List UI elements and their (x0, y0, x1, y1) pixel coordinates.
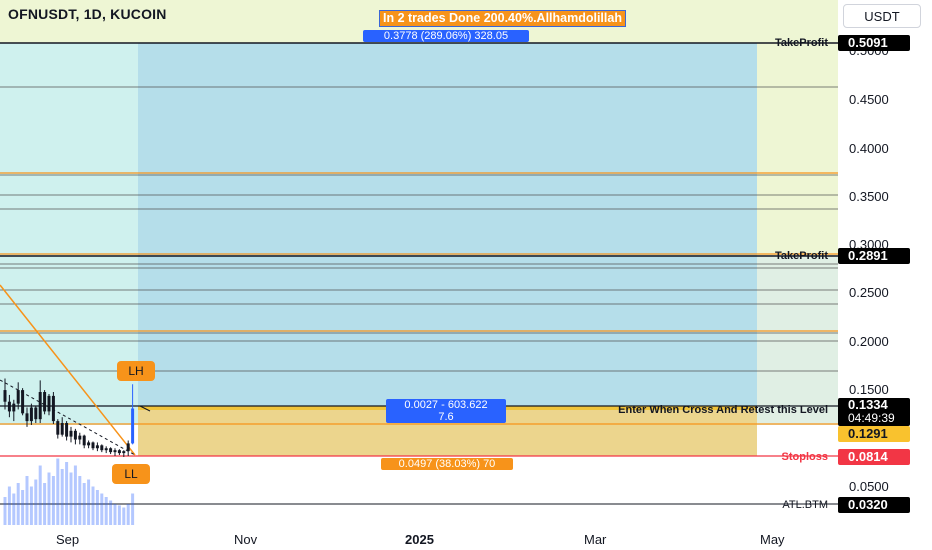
candle-body (34, 407, 38, 420)
candle-body (117, 450, 121, 454)
volume-bar (109, 500, 113, 525)
volume-bar (29, 486, 33, 525)
volume-bar (87, 479, 91, 525)
candle-body (65, 423, 69, 437)
pivot-label-lh: LH (117, 361, 155, 381)
measure-badge-bottom: 0.0497 (38.03%) 70 (381, 458, 513, 470)
volume-bar (122, 507, 126, 525)
price-tag-takeprofit-2: 0.2891 (838, 248, 910, 264)
volume-bar (91, 486, 95, 525)
candle-body (104, 448, 108, 451)
takeprofit-label: TakeProfit (775, 37, 828, 49)
candle-body (21, 390, 25, 414)
x-tick-label: Nov (234, 532, 258, 547)
measure-mid-line: 0.0027 - 603.622 (404, 399, 488, 411)
candle-body (100, 445, 104, 451)
volume-bar (47, 472, 51, 525)
volume-bar (3, 497, 7, 525)
volume-bar (73, 465, 77, 525)
volume-bar (25, 476, 29, 525)
candle-body (87, 442, 91, 446)
headline-label: In 2 trades Done 200.40%.Allhamdolillah (379, 10, 626, 27)
volume-bar (7, 486, 11, 525)
volume-bar (38, 465, 42, 525)
volume-bar (131, 493, 135, 525)
currency-button[interactable]: USDT (843, 4, 921, 28)
countdown-timer: 04:49:39 (848, 411, 895, 425)
symbol-title: OFNUSDT, 1D, KUCOIN (8, 6, 167, 22)
long-position-target-zone (138, 43, 757, 425)
entry-level-label: Enter When Cross And Retest this Level (618, 404, 828, 416)
volume-bar (12, 493, 16, 525)
candle-body (47, 395, 51, 412)
candle-body (43, 392, 47, 412)
price-tag-stoploss: 0.0814 (838, 449, 910, 465)
candle-body (12, 403, 16, 412)
takeprofit-label: TakeProfit (775, 250, 828, 262)
candle-body (51, 395, 55, 422)
x-tick-label: Sep (56, 532, 80, 547)
volume-bar (78, 476, 82, 525)
chart-stage[interactable]: OFNUSDT, 1D, KUCOIN In 2 trades Done 200… (0, 0, 932, 550)
volume-bar (43, 483, 47, 525)
candle-body (69, 430, 73, 437)
y-tick-label: 0.4000 (849, 141, 889, 156)
y-tick-label: 0.3500 (849, 189, 889, 204)
price-tag-atl: 0.0320 (838, 497, 910, 513)
candle-body (29, 407, 33, 422)
volume-bar (100, 493, 104, 525)
candle-body (38, 392, 42, 420)
candle-body (95, 445, 99, 449)
candle-body (126, 443, 130, 452)
volume-bar (113, 504, 117, 525)
current-price: 0.1334 (848, 397, 888, 412)
volume-bar (51, 476, 55, 525)
y-tick-label: 0.2000 (849, 334, 889, 349)
volume-bar (34, 479, 38, 525)
price-tag-takeprofit-1: 0.5091 (838, 35, 910, 51)
candle-body (109, 448, 113, 453)
candle-body (73, 430, 77, 440)
volume-bar (56, 458, 60, 525)
candle-body (91, 442, 95, 449)
candle-body (78, 435, 82, 440)
measure-badge-mid: 0.0027 - 603.622 7.6 (386, 399, 506, 423)
volume-bar (65, 462, 69, 525)
candle-body (7, 401, 11, 412)
candle-body (3, 390, 7, 402)
volume-bar (69, 472, 73, 525)
candle-body (16, 390, 20, 404)
y-tick-label: 0.4500 (849, 92, 889, 107)
price-tag-yellow: 0.1291 (838, 426, 910, 442)
volume-bar (95, 490, 99, 525)
x-tick-label: May (760, 532, 785, 547)
volume-bar (104, 497, 108, 525)
measure-badge-top: 0.3778 (289.06%) 328.05 (363, 30, 529, 42)
price-tag-current: 0.1334 04:49:39 (838, 398, 910, 426)
volume-bar (126, 504, 130, 525)
candle-body (56, 421, 60, 435)
candle-body (113, 450, 117, 453)
y-tick-label: 0.1500 (849, 382, 889, 397)
volume-bar (60, 469, 64, 525)
candle-body (131, 408, 135, 444)
y-tick-label: 0.2500 (849, 285, 889, 300)
candle-body (60, 423, 64, 435)
stoploss-label: Stoploss (781, 451, 828, 463)
measure-mid-line: 7.6 (438, 411, 454, 423)
x-tick-label: Mar (584, 532, 607, 547)
candle-body (82, 435, 86, 446)
candle-body (25, 413, 29, 422)
volume-bar (82, 483, 86, 525)
x-tick-label: 2025 (405, 532, 434, 547)
volume-bar (16, 483, 20, 525)
atl-label: ATL.BTM (782, 499, 828, 511)
y-tick-label: 0.0500 (849, 479, 889, 494)
pivot-label-ll: LL (112, 464, 150, 484)
volume-bar (21, 490, 25, 525)
volume-bar (117, 505, 121, 525)
candle-body (122, 451, 126, 454)
